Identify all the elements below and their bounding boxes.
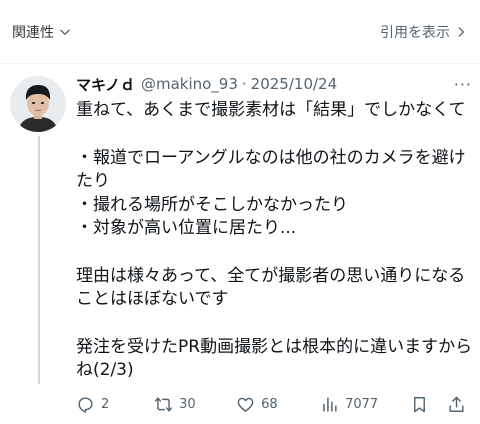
divider xyxy=(0,63,480,64)
chevron-down-icon xyxy=(60,29,70,35)
bookmark-button[interactable] xyxy=(410,395,447,414)
action-bar: 2 30 68 7077 xyxy=(76,392,472,416)
heart-icon xyxy=(237,397,254,412)
bookmark-icon xyxy=(413,396,425,412)
reply-icon xyxy=(78,396,93,413)
views-icon xyxy=(323,396,337,412)
retweet-icon xyxy=(154,396,173,412)
like-button[interactable]: 68 xyxy=(236,395,320,414)
tweet-text: 重ねて、あくまで撮影素材は「結果」でしかなくて ・報道でローアングルなのは他の社… xyxy=(76,99,476,383)
post-date[interactable]: 2025/10/24 xyxy=(251,75,337,93)
tweet-line: 発注を受けたPR動画撮影とは根本的に違いますからね(2/3) xyxy=(76,336,473,381)
avatar-image xyxy=(10,76,66,132)
retweet-count: 30 xyxy=(179,396,196,412)
top-bar: 関連性 引用を表示 xyxy=(0,0,480,64)
share-button[interactable] xyxy=(447,395,472,414)
more-options-button[interactable]: ··· xyxy=(454,75,472,94)
tweet-line: ・報道でローアングルなのは他の社のカメラを避けたり xyxy=(76,147,466,192)
tweet-line: ・撮れる場所がそこしかなかったり xyxy=(76,194,348,215)
display-name[interactable]: マキノｄ xyxy=(76,74,135,95)
avatar[interactable] xyxy=(10,76,66,132)
separator-dot: · xyxy=(241,75,247,93)
tweet-line: ・対象が高い位置に居たり... xyxy=(76,218,297,238)
relevance-sort-label: 関連性 xyxy=(12,25,54,41)
reply-count: 2 xyxy=(101,396,110,412)
tweet-line: 重ねて、あくまで撮影素材は「結果」でしかなくて xyxy=(76,100,466,120)
relevance-sort-button[interactable]: 関連性 xyxy=(12,22,72,42)
reply-button[interactable]: 2 xyxy=(76,395,154,414)
views-button[interactable]: 7077 xyxy=(320,395,410,414)
like-count: 68 xyxy=(261,396,278,412)
chevron-right-icon xyxy=(458,27,464,37)
view-quotes-link[interactable]: 引用を表示 xyxy=(380,22,468,42)
view-quotes-label: 引用を表示 xyxy=(380,25,450,41)
tweet-header: マキノｄ @makino_93 · 2025/10/24 ··· xyxy=(76,73,472,95)
view-count: 7077 xyxy=(345,396,379,412)
tweet-line: 理由は様々あって、全てが撮影者の思い通りになることはほぼないです xyxy=(76,265,466,310)
user-handle[interactable]: @makino_93 xyxy=(141,75,238,93)
retweet-button[interactable]: 30 xyxy=(154,395,236,414)
thread-line xyxy=(38,136,40,384)
share-icon xyxy=(449,396,464,412)
